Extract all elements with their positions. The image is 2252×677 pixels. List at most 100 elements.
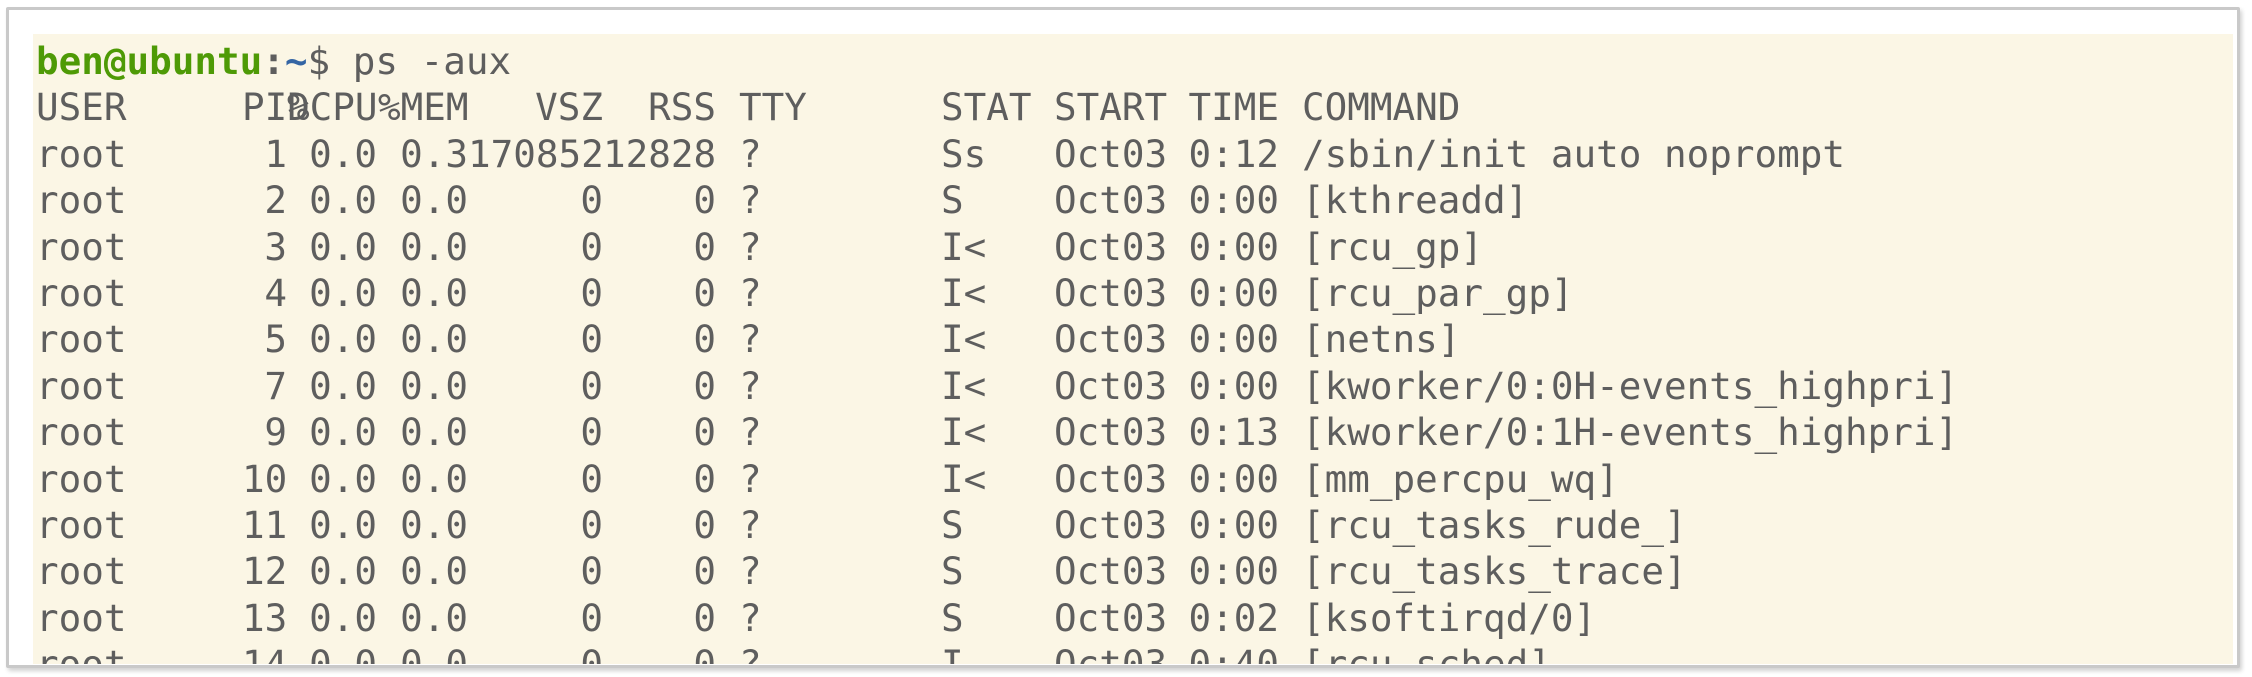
prompt-colon: : [262,39,285,83]
cell-tty: ? [739,503,762,547]
cell-mem: 0.0 [400,410,468,455]
header-vsz: VSZ [535,85,603,130]
header-cpu: %CPU [287,85,378,130]
cell-stat: I< [941,317,987,362]
cell-cpu: 0.0 [309,178,377,223]
cell-rss: 0 [693,224,716,269]
cell-stat: I< [941,456,987,501]
cell-rss: 0 [693,456,716,501]
cell-tty: ? [739,224,762,269]
cell-cpu: 0.0 [309,224,377,269]
cell-vsz: 0 [580,271,603,315]
cell-command: [rcu_tasks_trace] [1302,549,1687,594]
header-mem: %MEM [378,85,469,130]
cell-time: 0:13 [1188,410,1280,455]
table-row: root 4 0.0 0.0 0 0? I< Oct03 0:00 [rcu_par_gp] [36,270,2226,316]
table-row: root 3 0.0 0.0 0 0? I< Oct03 0:00 [rcu_gp] [36,224,2226,270]
header-user: USER [36,85,127,130]
cell-user: root [36,503,127,547]
terminal-window[interactable]: ben@ubuntu:~$ ps -aux USER PID %CPU %MEM… [33,34,2233,664]
cell-tty: ? [739,131,762,176]
table-row: root 2 0.0 0.0 0 0? S Oct03 0:00 [kthreadd] [36,177,2226,223]
cell-tty: ? [739,271,762,315]
cell-cpu: 0.0 [309,503,377,547]
table-row: root 10 0.0 0.0 0 0? I< Oct03 0:00 [mm_percpu_wq] [36,456,2226,502]
cell-rss: 0 [693,549,716,594]
cell-rss: 0 [693,317,716,362]
cell-command: [kthreadd] [1302,178,1529,223]
table-row: root 11 0.0 0.0 0 0? S Oct03 0:00 [rcu_tasks_rude… [36,502,2226,548]
table-header: USER PID %CPU %MEM VSZ RSS TTY STAT STAR… [36,84,2226,130]
cell-stat: I< [941,363,987,408]
cell-mem: 0.0 [400,178,468,223]
cell-rss: 0 [693,178,716,223]
header-pid: PID [242,85,310,130]
cell-mem: 0.3 [400,131,468,176]
cell-vsz: 0 [580,595,603,640]
cell-start: Oct03 [1054,410,1168,455]
cell-stat: S [941,503,964,547]
cell-cpu: 0.0 [309,410,377,455]
cell-start: Oct03 [1054,503,1168,547]
cell-user: root [36,131,127,176]
cell-start: Oct03 [1054,224,1168,269]
cell-tty: ? [739,363,762,408]
cell-time: 0:00 [1188,456,1280,501]
cell-cpu: 0.0 [287,641,377,664]
cell-cpu: 0.0 [309,271,377,315]
table-row: root 7 0.0 0.0 0 0? I< Oct03 0:00 [kworker/0:0H-e… [36,363,2226,409]
cell-command: [rcu_sched] [1302,641,1551,664]
cell-mem: 0.0 [400,456,468,501]
cell-start: Oct03 [1054,178,1168,223]
cell-stat: I [941,641,964,664]
cell-cpu: 0.0 [309,549,377,594]
cell-rss: 0 [693,503,716,547]
cell-stat: S [941,178,964,223]
header-command: COMMAND [1302,85,1461,130]
cell-mem: 0.0 [400,271,468,315]
cell-cpu: 0.0 [309,363,377,408]
cell-command: [kworker/0:0H-events_highpri] [1302,363,1959,408]
cell-pid: 11 [242,503,288,547]
table-row: root 9 0.0 0.0 0 0? I< Oct03 0:13 [kworker/0:1H-e… [36,409,2226,455]
cell-time: 0:00 [1188,503,1280,547]
table-row: root 5 0.0 0.0 0 0? I< Oct03 0:00 [netns] [36,316,2226,362]
cell-pid: 10 [242,456,288,501]
cell-command: [rcu_par_gp] [1302,271,1574,315]
cell-mem: 0.0 [400,595,468,640]
table-row: root 13 0.0 0.0 0 0? S Oct03 0:02 [ksoftirqd/0] [36,595,2226,641]
cell-tty: ? [739,178,762,223]
cell-mem: 0.0 [400,549,468,594]
command-text: ps -aux [352,39,512,83]
prompt-dollar: $ [307,39,353,83]
cell-command: [rcu_tasks_rude_] [1302,503,1687,547]
table-row: root140.00.000?IOct030:40[rcu_sched] [36,641,2226,664]
cell-time: 0:40 [1167,641,1280,664]
cell-start: Oct03 [1054,549,1168,594]
cell-command: [kworker/0:1H-events_highpri] [1302,410,1959,455]
cell-pid: 13 [242,595,288,640]
cell-tty: ? [739,317,762,362]
cell-rss: 0 [693,271,716,315]
cell-tty: ? [739,410,762,455]
cell-time: 0:02 [1188,595,1280,640]
cell-stat: S [941,549,964,594]
cell-mem: 0.0 [378,641,468,664]
cell-rss: 0 [693,595,716,640]
cell-start: Oct03 [1054,317,1168,362]
cell-tty: ? [739,641,762,664]
cell-pid: 3 [264,224,287,269]
cell-time: 0:12 [1188,131,1280,176]
cell-user: root [36,595,127,640]
cell-time: 0:00 [1188,271,1280,315]
header-start: START [1054,85,1168,130]
cell-time: 0:00 [1188,178,1280,223]
cell-vsz: 0 [580,410,603,455]
cell-start: Oct03 [1054,595,1168,640]
cell-mem: 0.0 [400,224,468,269]
cell-mem: 0.0 [400,503,468,547]
cell-user: root [36,410,127,455]
cell-pid: 14 [242,641,287,664]
cell-cpu: 0.0 [309,131,377,176]
cell-mem: 0.0 [400,317,468,362]
